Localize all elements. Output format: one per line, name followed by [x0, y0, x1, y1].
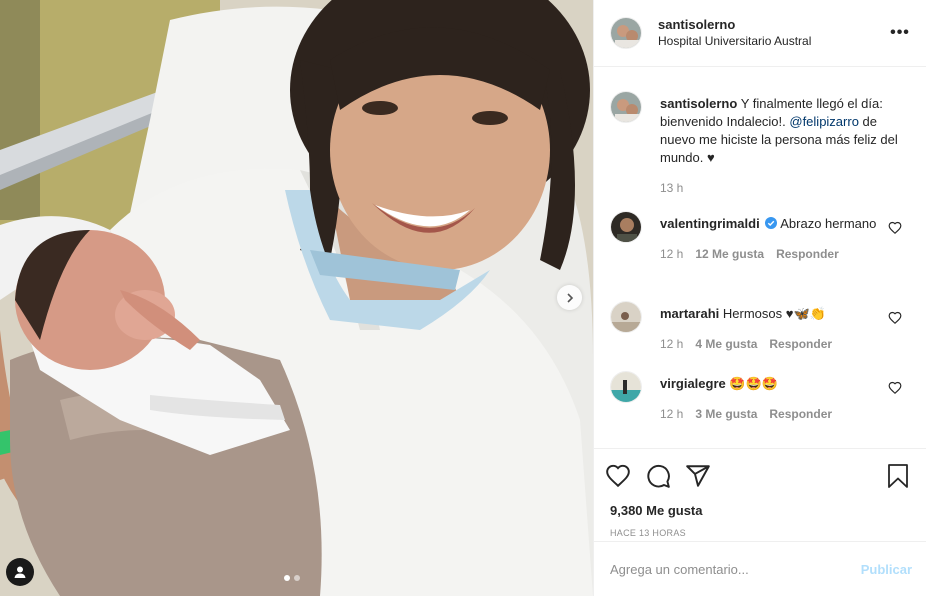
caption-meta: 13 h	[660, 179, 910, 197]
post-header: santisolerno Hospital Universitario Aust…	[594, 0, 926, 67]
comment-input[interactable]	[610, 561, 861, 577]
comment-time[interactable]: 12 h	[660, 405, 683, 423]
avatar-image	[611, 372, 641, 402]
caption-mention[interactable]: @felipizarro	[789, 114, 859, 129]
comment-time[interactable]: 12 h	[660, 245, 683, 263]
like-button[interactable]	[604, 462, 632, 490]
post-actions: 9,380 Me gusta HACE 13 HORAS	[594, 448, 926, 538]
comment-content: 🤩🤩🤩	[729, 376, 778, 391]
add-comment-bar: Publicar	[594, 541, 926, 596]
caption-time[interactable]: 13 h	[660, 179, 683, 197]
avatar-image	[611, 18, 641, 48]
comments-section: santisolerno Y finalmente llegó el día: …	[594, 67, 926, 447]
post-sidebar: santisolerno Hospital Universitario Aust…	[593, 0, 926, 596]
post-header-text: santisolerno Hospital Universitario Aust…	[658, 16, 888, 50]
comment-like-heart-icon[interactable]	[888, 221, 902, 235]
action-icons	[604, 461, 912, 491]
caption-username[interactable]: santisolerno	[660, 96, 737, 111]
avatar-image	[611, 92, 641, 122]
comment-time[interactable]: 12 h	[660, 335, 683, 353]
comment-content: Abrazo hermano	[780, 216, 877, 231]
comment-text: martarahi Hermosos ♥🦋👏	[660, 305, 910, 323]
post-photo	[0, 0, 593, 596]
comment-body: virgialegre 🤩🤩🤩 12 h 3 Me gusta Responde…	[660, 371, 910, 423]
likes-count[interactable]: 9,380 Me gusta	[604, 503, 912, 518]
caption-body: santisolerno Y finalmente llegó el día: …	[660, 91, 910, 197]
carousel-next-button[interactable]	[557, 285, 582, 310]
post-location[interactable]: Hospital Universitario Austral	[658, 33, 888, 50]
share-button[interactable]	[684, 462, 712, 490]
verified-badge-icon	[765, 217, 778, 229]
comment-avatar[interactable]	[610, 211, 642, 243]
heart-icon	[606, 464, 630, 488]
comment-body: martarahi Hermosos ♥🦋👏 12 h 4 Me gusta R…	[660, 301, 910, 353]
carousel-dot	[294, 575, 300, 581]
comment-avatar[interactable]	[610, 371, 642, 403]
comment-likes[interactable]: 12 Me gusta	[695, 245, 764, 263]
comment-icon	[647, 464, 670, 488]
reply-button[interactable]: Responder	[769, 335, 832, 353]
caption-text: santisolerno Y finalmente llegó el día: …	[660, 95, 910, 167]
save-button[interactable]	[884, 462, 912, 490]
comment-text: valentingrimaldi Abrazo hermano	[660, 215, 910, 233]
comment-body: valentingrimaldi Abrazo hermano 12 h 12 …	[660, 211, 910, 263]
comment-content: Hermosos ♥🦋👏	[722, 306, 826, 321]
comment-text: virgialegre 🤩🤩🤩	[660, 375, 910, 393]
bookmark-icon	[888, 464, 908, 488]
chevron-right-icon	[566, 292, 573, 303]
comment-item: martarahi Hermosos ♥🦋👏 12 h 4 Me gusta R…	[610, 301, 910, 353]
comment-item: valentingrimaldi Abrazo hermano 12 h 12 …	[610, 211, 910, 263]
avatar-image	[611, 302, 641, 332]
comment-username[interactable]: valentingrimaldi	[660, 216, 760, 231]
carousel-indicator	[284, 575, 300, 581]
comment-meta: 12 h 12 Me gusta Responder	[660, 245, 910, 263]
author-avatar[interactable]	[610, 17, 642, 49]
comment-username[interactable]: virgialegre	[660, 376, 726, 391]
reply-button[interactable]: Responder	[769, 405, 832, 423]
comment-likes[interactable]: 3 Me gusta	[695, 405, 757, 423]
comment-like-heart-icon[interactable]	[888, 381, 902, 395]
comment-item: virgialegre 🤩🤩🤩 12 h 3 Me gusta Responde…	[610, 371, 910, 423]
comment-likes[interactable]: 4 Me gusta	[695, 335, 757, 353]
share-icon	[686, 465, 710, 487]
comment-username[interactable]: martarahi	[660, 306, 719, 321]
comment-meta: 12 h 4 Me gusta Responder	[660, 335, 910, 353]
reply-button[interactable]: Responder	[776, 245, 839, 263]
carousel-dot-active	[284, 575, 290, 581]
publish-button[interactable]: Publicar	[861, 562, 912, 577]
comment-like-heart-icon[interactable]	[888, 311, 902, 325]
instagram-post: santisolerno Hospital Universitario Aust…	[0, 0, 926, 596]
avatar-image	[611, 212, 641, 242]
user-tags-button[interactable]	[6, 558, 34, 586]
comment-meta: 12 h 3 Me gusta Responder	[660, 405, 910, 423]
caption: santisolerno Y finalmente llegó el día: …	[610, 91, 910, 197]
author-username[interactable]: santisolerno	[658, 16, 888, 33]
post-timestamp[interactable]: HACE 13 HORAS	[604, 528, 912, 538]
comment-button[interactable]	[644, 462, 672, 490]
post-media[interactable]	[0, 0, 593, 596]
user-tag-icon	[14, 566, 26, 578]
more-options-button[interactable]: •••	[888, 21, 912, 45]
comment-avatar[interactable]	[610, 301, 642, 333]
caption-avatar[interactable]	[610, 91, 642, 123]
